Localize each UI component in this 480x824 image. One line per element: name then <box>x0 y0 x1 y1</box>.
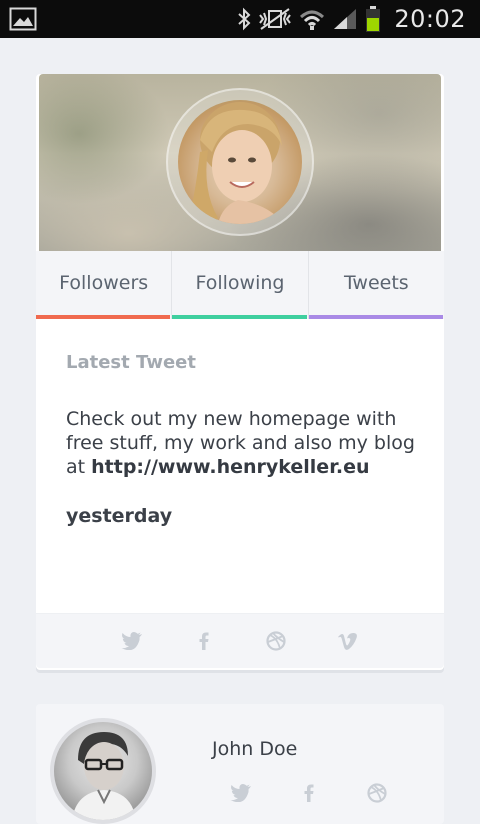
avatar-portrait <box>188 102 284 224</box>
avatar[interactable] <box>178 100 302 224</box>
tab-label: Following <box>195 272 285 294</box>
vimeo-icon[interactable] <box>333 626 363 656</box>
battery-level <box>367 18 380 31</box>
social-links <box>36 613 444 668</box>
tab-label: Tweets <box>343 272 409 294</box>
avatar[interactable] <box>50 718 156 824</box>
twitter-icon[interactable] <box>117 626 147 656</box>
tab-underline-following <box>172 315 307 319</box>
latest-tweet: Latest Tweet Check out my new homepage w… <box>66 352 426 527</box>
cover-photo <box>39 74 441 251</box>
facebook-icon[interactable] <box>189 626 219 656</box>
signal-icon <box>334 9 357 29</box>
tweet-link[interactable]: http://www.henrykeller.eu <box>91 456 369 478</box>
gallery-icon <box>9 7 37 31</box>
tab-underline-followers <box>36 315 171 319</box>
profile-name: John Doe <box>212 738 298 760</box>
tweet-body: Check out my new homepage with free stuf… <box>66 407 426 479</box>
twitter-icon[interactable] <box>226 778 256 808</box>
dribbble-icon[interactable] <box>362 778 392 808</box>
latest-tweet-heading: Latest Tweet <box>66 352 196 373</box>
tab-followers[interactable]: Followers <box>36 251 173 319</box>
dribbble-icon[interactable] <box>261 626 291 656</box>
tab-label: Followers <box>59 272 149 294</box>
avatar-ring <box>166 88 314 236</box>
profile-tabs: Followers Following Tweets <box>36 251 444 319</box>
battery-icon <box>366 6 381 32</box>
facebook-icon[interactable] <box>294 778 324 808</box>
tab-underline-tweets <box>308 315 443 319</box>
tab-following[interactable]: Following <box>172 251 309 319</box>
vibrate-icon <box>259 8 292 30</box>
status-bar: 20:02 <box>0 0 480 38</box>
second-profile-card: John Doe <box>36 704 444 824</box>
tweet-timestamp: yesterday <box>66 505 173 527</box>
profile-card: Followers Following Tweets Latest Tweet … <box>36 74 444 670</box>
bluetooth-icon <box>238 7 251 31</box>
avatar-portrait <box>72 732 136 820</box>
wifi-icon <box>300 10 325 30</box>
clock-time: 20:02 <box>394 5 466 33</box>
social-links <box>226 778 392 808</box>
tab-tweets[interactable]: Tweets <box>308 251 444 319</box>
